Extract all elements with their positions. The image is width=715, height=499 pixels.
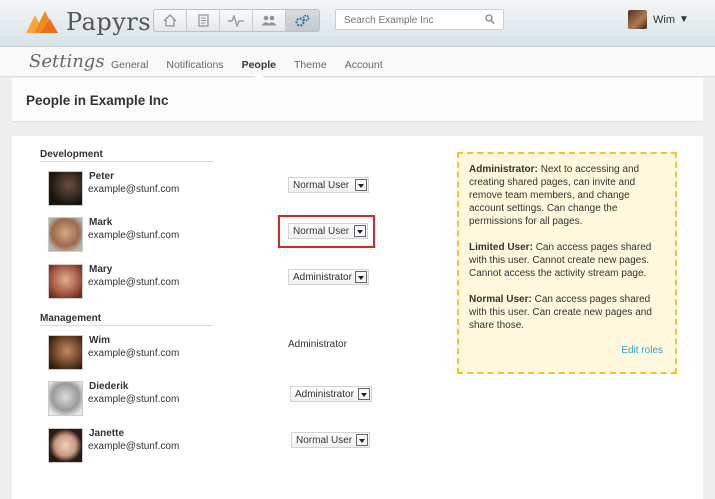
chevron-down-icon: ▼	[679, 14, 689, 25]
page-title: People in Example Inc	[26, 93, 169, 108]
page-header: People in Example Inc	[12, 78, 703, 122]
tab-people[interactable]: People	[242, 59, 276, 78]
person-email: example@stunf.com	[88, 441, 180, 452]
avatar-wim	[48, 335, 83, 370]
person-name: Mark	[89, 217, 113, 228]
tab-theme[interactable]: Theme	[294, 59, 327, 71]
role-select-mary[interactable]: Administrator	[288, 269, 369, 285]
people-icon[interactable]	[253, 10, 286, 31]
settings-icon[interactable]	[286, 10, 319, 31]
administrator-description: Administrator: Next to accessing and cre…	[469, 163, 665, 228]
settings-title: Settings	[29, 51, 105, 72]
person-name: Mary	[89, 264, 113, 275]
avatar-janette	[48, 428, 83, 463]
role-select-peter[interactable]: Normal User	[288, 177, 369, 193]
tab-account[interactable]: Account	[345, 59, 383, 71]
person-email: example@stunf.com	[88, 230, 180, 241]
people-panel: Development Peter example@stunf.com Norm…	[12, 136, 703, 499]
role-select-value: Normal User	[293, 180, 350, 191]
limited-user-title: Limited User:	[469, 242, 533, 253]
roles-info-box: Administrator: Next to accessing and cre…	[457, 152, 677, 374]
top-header: Papyrs Wim ▼	[0, 0, 715, 47]
settings-nav: Settings General Notifications People Th…	[0, 47, 715, 78]
person-email: example@stunf.com	[88, 277, 180, 288]
avatar-peter	[48, 171, 83, 206]
avatar-mark	[48, 217, 83, 252]
limited-user-description: Limited User: Can access pages shared wi…	[469, 241, 665, 280]
role-value-wim: Administrator	[288, 339, 347, 350]
group-heading-development: Development	[40, 149, 213, 162]
person-email: example@stunf.com	[88, 348, 180, 359]
person-name: Janette	[89, 428, 125, 439]
person-name: Peter	[89, 171, 115, 182]
chevron-down-icon[interactable]	[356, 434, 368, 446]
normal-user-title: Normal User:	[469, 294, 532, 305]
app-name[interactable]: Papyrs	[66, 8, 151, 36]
person-email: example@stunf.com	[88, 184, 180, 195]
tab-general[interactable]: General	[111, 59, 148, 71]
group-heading-management: Management	[40, 313, 213, 326]
user-avatar	[628, 10, 647, 29]
user-name: Wim	[653, 13, 675, 26]
role-select-value: Administrator	[295, 389, 354, 400]
edit-roles-link[interactable]: Edit roles	[621, 344, 663, 357]
chevron-down-icon[interactable]	[358, 388, 370, 400]
person-email: example@stunf.com	[88, 394, 180, 405]
activity-icon[interactable]	[220, 10, 253, 31]
papyrs-logo-icon[interactable]	[26, 9, 58, 33]
role-select-value: Administrator	[293, 272, 352, 283]
search-input[interactable]	[336, 11, 476, 30]
settings-tabs: General Notifications People Theme Accou…	[111, 59, 401, 78]
person-name: Wim	[89, 335, 111, 346]
role-select-mark[interactable]: Normal User	[288, 223, 368, 239]
search-icon[interactable]	[485, 14, 495, 25]
chevron-down-icon[interactable]	[354, 225, 366, 237]
main-nav	[153, 9, 320, 32]
avatar-mary	[48, 264, 83, 299]
person-name: Diederik	[89, 381, 129, 392]
tab-notifications[interactable]: Notifications	[166, 59, 223, 71]
role-select-value: Normal User	[293, 226, 350, 237]
user-menu[interactable]: Wim ▼	[628, 10, 689, 29]
chevron-down-icon[interactable]	[355, 179, 367, 191]
home-icon[interactable]	[154, 10, 187, 31]
normal-user-description: Normal User: Can access pages shared wit…	[469, 293, 665, 332]
search-box	[335, 9, 504, 30]
document-icon[interactable]	[187, 10, 220, 31]
role-select-janette[interactable]: Normal User	[291, 432, 370, 448]
administrator-title: Administrator:	[469, 164, 538, 175]
role-select-diederik[interactable]: Administrator	[290, 386, 372, 402]
role-select-value: Normal User	[296, 435, 353, 446]
chevron-down-icon[interactable]	[355, 271, 367, 283]
avatar-diederik	[48, 381, 83, 416]
